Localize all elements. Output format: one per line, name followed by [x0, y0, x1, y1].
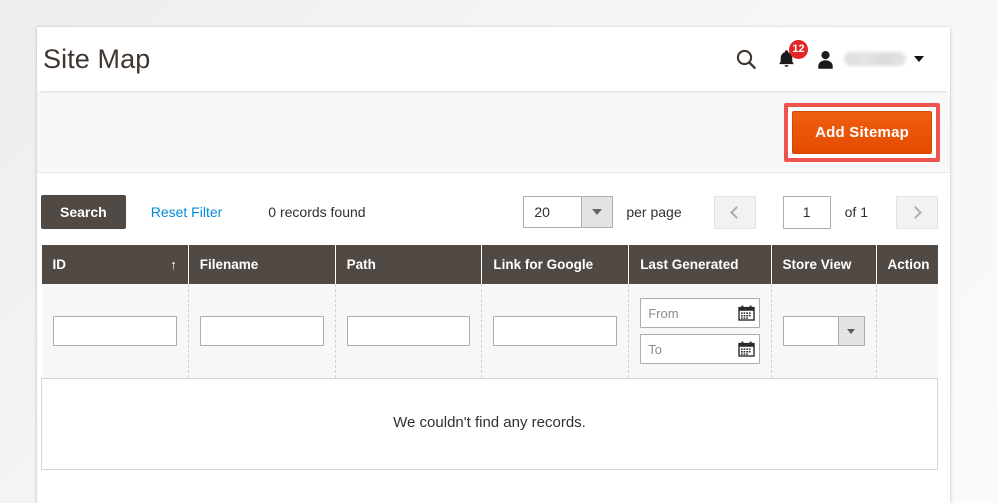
add-sitemap-highlight-ring: Add Sitemap	[784, 103, 940, 162]
sitemap-grid: ID ↑ Filename Path Link for Google Last …	[41, 245, 938, 470]
filter-cell-path	[335, 284, 483, 379]
filter-input-filename[interactable]	[199, 316, 324, 346]
next-page-button[interactable]	[896, 195, 938, 229]
reset-filter-link[interactable]: Reset Filter	[151, 204, 223, 220]
previous-page-button[interactable]	[713, 195, 756, 229]
filter-cell-id	[41, 284, 189, 379]
chevron-down-icon[interactable]	[914, 56, 924, 62]
notification-count-badge: 12	[789, 40, 808, 59]
filter-input-link-for-google[interactable]	[493, 316, 618, 346]
filter-cell-link-for-google	[481, 284, 630, 379]
page-total-label: of 1	[844, 204, 868, 220]
per-page-value: 20	[534, 204, 550, 220]
filter-date-to-row	[640, 334, 760, 364]
calendar-icon[interactable]	[737, 341, 755, 357]
filter-input-path[interactable]	[346, 316, 471, 346]
filter-select-store-view[interactable]	[782, 316, 865, 346]
column-header-path[interactable]: Path	[335, 245, 483, 284]
column-header-filename[interactable]: Filename	[188, 245, 336, 284]
column-header-last-generated[interactable]: Last Generated	[628, 245, 772, 284]
filter-cell-filename	[188, 284, 336, 379]
header-actions: 12	[734, 40, 932, 71]
empty-records-message: We couldn't find any records.	[41, 378, 938, 470]
user-avatar-icon	[818, 50, 833, 69]
column-header-action: Action	[876, 245, 938, 284]
filter-cell-action	[876, 284, 938, 379]
calendar-icon[interactable]	[737, 305, 755, 321]
filter-date-from-row	[640, 298, 760, 328]
data-grid-wrapper: ID ↑ Filename Path Link for Google Last …	[37, 245, 950, 470]
column-header-link-for-google[interactable]: Link for Google	[481, 245, 630, 284]
page-number-input[interactable]	[782, 195, 831, 229]
chevron-down-icon	[837, 317, 864, 345]
search-icon[interactable]	[734, 47, 758, 71]
add-sitemap-button[interactable]: Add Sitemap	[792, 111, 932, 154]
username-redacted	[844, 52, 906, 66]
search-button[interactable]: Search	[41, 195, 126, 229]
grid-empty-row: We couldn't find any records.	[41, 378, 938, 470]
chevron-right-icon	[909, 205, 922, 219]
pager: 20 per page of 1	[523, 195, 938, 229]
per-page-label: per page	[626, 204, 682, 220]
chevron-left-icon	[729, 205, 743, 219]
per-page-select[interactable]: 20	[523, 196, 614, 228]
user-menu[interactable]	[815, 49, 924, 70]
column-header-store-view[interactable]: Store View	[771, 245, 877, 284]
records-found-label: 0 records found	[268, 204, 366, 220]
grid-filter-row	[41, 284, 938, 379]
page-background: Site Map 12 Add Sitemap Search Reset Fil…	[0, 0, 997, 503]
filter-select-store-view-value	[784, 317, 838, 345]
column-label-id: ID	[52, 257, 67, 272]
notifications-bell[interactable]: 12	[776, 40, 808, 70]
filter-cell-last-generated	[628, 284, 772, 379]
admin-content-card: Site Map 12 Add Sitemap Search Reset Fil…	[37, 27, 950, 503]
filter-cell-store-view	[771, 284, 877, 379]
sort-ascending-icon: ↑	[170, 257, 177, 272]
column-header-id[interactable]: ID ↑	[41, 245, 189, 284]
grid-header-row: ID ↑ Filename Path Link for Google Last …	[41, 245, 938, 284]
action-toolbar: Add Sitemap	[37, 92, 950, 173]
grid-toolbar: Search Reset Filter 0 records found 20 p…	[37, 173, 950, 245]
page-title: Site Map	[43, 43, 151, 74]
page-header: Site Map 12	[37, 27, 950, 91]
chevron-down-icon	[581, 197, 613, 227]
filter-input-id[interactable]	[52, 316, 177, 346]
